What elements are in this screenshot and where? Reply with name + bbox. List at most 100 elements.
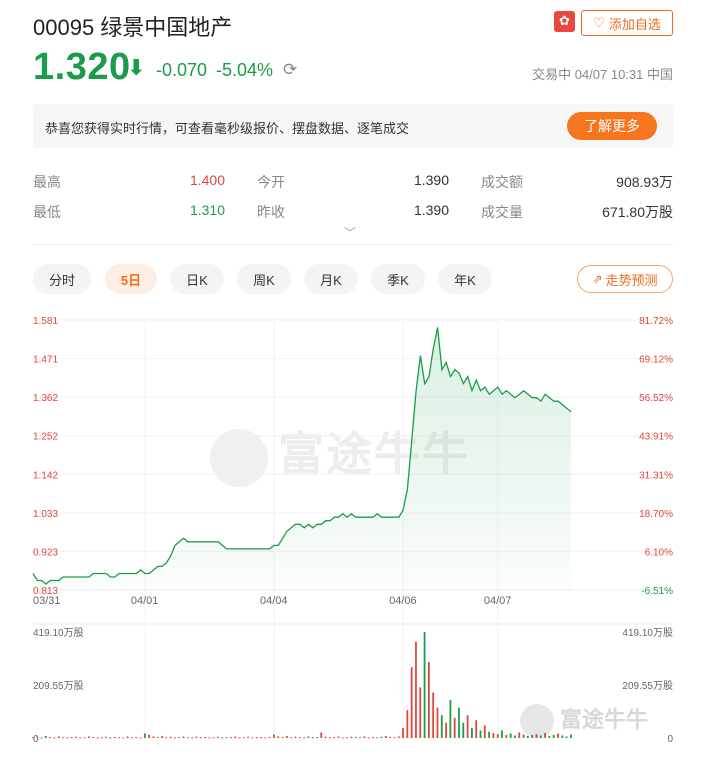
price-area — [33, 327, 571, 590]
volume-bar — [518, 732, 521, 738]
volume-bar — [303, 737, 305, 739]
pct-tick-label: 18.70% — [639, 509, 673, 520]
open-value: 1.390 — [413, 172, 449, 188]
tab-intraday[interactable]: 分时 — [33, 264, 91, 294]
volume-bar — [458, 707, 460, 738]
volume-bar — [298, 736, 301, 738]
volume-bar — [87, 736, 90, 738]
volume-bar — [419, 687, 422, 738]
volume-bar — [316, 736, 318, 738]
volume-bar — [32, 737, 34, 739]
volume-bar — [96, 737, 99, 739]
volume-tick-left: 0 — [33, 734, 39, 745]
volume-bar — [363, 736, 366, 738]
volume-bar — [449, 700, 452, 738]
volume-bar — [135, 736, 138, 738]
volume-bar — [105, 736, 107, 738]
volume-bar — [440, 715, 443, 738]
volume-bar — [432, 692, 435, 738]
volume-bar — [277, 736, 280, 738]
volume-bar — [492, 732, 495, 738]
volume-bar — [341, 737, 344, 739]
volume-bar — [221, 737, 224, 739]
volume-bar — [496, 734, 499, 738]
volume-bar — [126, 736, 129, 738]
learn-more-button[interactable]: 了解更多 — [567, 112, 657, 140]
volume-bar — [320, 732, 323, 738]
volume-bar — [488, 731, 491, 738]
high-value: 1.400 — [189, 172, 225, 188]
divider — [33, 244, 673, 245]
volume-bar — [531, 734, 534, 738]
volume-bar — [130, 737, 133, 739]
volume-bar — [367, 737, 370, 739]
volume-bar — [113, 736, 116, 738]
x-tick-label: 04/07 — [484, 595, 512, 607]
volume-bar — [165, 737, 168, 739]
volume-bar — [307, 736, 310, 738]
volume-bar — [204, 736, 206, 738]
volume-bar — [522, 734, 525, 738]
volume-bar — [62, 737, 64, 739]
volume-bar — [311, 737, 314, 739]
volume-tick-left: 419.10万股 — [33, 627, 84, 639]
volume-bar — [238, 737, 241, 739]
volume-bar — [242, 737, 245, 739]
pct-tick-label: 43.91% — [639, 432, 673, 443]
add-watchlist-label: 添加自选 — [608, 16, 661, 32]
volume-tick-right: 209.55万股 — [622, 680, 673, 692]
volume-bar — [75, 736, 77, 738]
volume-tick-right: 0 — [667, 734, 673, 745]
prev-close-label: 昨收 — [257, 204, 285, 220]
tab-5day[interactable]: 5日 — [105, 264, 157, 294]
price-change-pct: -5.04% — [216, 60, 274, 80]
volume-bar — [471, 727, 473, 738]
volume-bar — [535, 733, 538, 738]
banner-text: 恭喜您获得实时行情，可查看毫秒级报价、摆盘数据、逐笔成交 — [45, 121, 410, 136]
volume-bar — [251, 737, 254, 739]
arrow-down-icon: ⬇ — [127, 56, 146, 81]
price-tick-label: 1.142 — [33, 470, 58, 481]
volume-bar — [225, 737, 228, 739]
volume-bar — [483, 725, 486, 738]
volume-bar — [372, 736, 374, 738]
stock-title: 00095 绿景中国地产 — [33, 15, 233, 40]
volume-bar — [384, 735, 387, 738]
volume-bar — [565, 736, 568, 738]
volume-label: 成交量 — [481, 204, 523, 220]
volume-bar — [273, 734, 275, 738]
tab-quarterly-k[interactable]: 季K — [371, 264, 425, 294]
volume-bar — [44, 735, 47, 738]
open-label: 今开 — [257, 174, 285, 190]
price-chart-area[interactable]: 富途牛牛 富途牛牛 1.581 1.471 1.362 1.252 1.142 1.033… — [0, 300, 701, 757]
low-value: 1.310 — [189, 202, 225, 218]
pct-tick-label: 56.52% — [639, 393, 673, 404]
volume-bar — [139, 737, 142, 739]
volume-bar — [475, 720, 478, 738]
volume-bar — [260, 737, 262, 739]
volume-bar — [397, 736, 400, 738]
add-watchlist-button[interactable]: ♡ 添加自选 — [581, 10, 673, 36]
heart-icon: ♡ — [593, 15, 605, 31]
tab-monthly-k[interactable]: 月K — [304, 264, 358, 294]
volume-bar — [415, 641, 417, 738]
volume-value: 671.80万股 — [602, 204, 673, 220]
volume-bar — [436, 707, 439, 738]
trend-forecast-button[interactable]: ⇗ 走势预测 — [577, 265, 673, 293]
volume-bar — [79, 737, 82, 739]
volume-bar — [156, 736, 159, 738]
volume-bar — [380, 736, 383, 738]
volume-bar — [410, 667, 413, 738]
volume-bar — [174, 737, 176, 739]
price-tick-label: 1.471 — [33, 355, 58, 366]
volume-bar — [402, 727, 404, 738]
tab-yearly-k[interactable]: 年K — [438, 264, 492, 294]
volume-bar — [557, 733, 559, 738]
tab-daily-k[interactable]: 日K — [170, 264, 224, 294]
chevron-down-icon[interactable]: ﹀ — [344, 224, 356, 241]
volume-bar — [100, 737, 103, 739]
volume-bar — [544, 732, 546, 738]
volume-bar — [247, 736, 249, 738]
tab-weekly-k[interactable]: 周K — [237, 264, 291, 294]
refresh-icon[interactable]: ⟳ — [283, 60, 297, 80]
